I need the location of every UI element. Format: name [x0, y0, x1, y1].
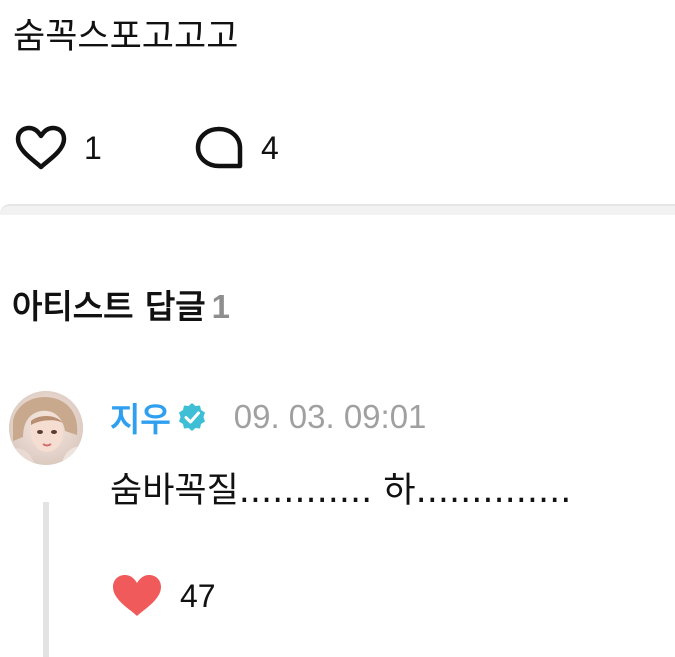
artist-replies-count: 1 — [211, 288, 231, 325]
artist-replies-heading: 아티스트 답글 1 — [12, 280, 230, 328]
comment-count: 4 — [261, 129, 279, 166]
post-text: 숨꼭스포고고고 — [13, 17, 239, 57]
reply-text: 숨바꼭질............ 하.............. — [110, 471, 572, 511]
reply-timestamp: 09. 03. 09:01 — [233, 398, 427, 435]
artist-replies-title: 아티스트 답글 — [12, 287, 206, 326]
speech-bubble-icon — [195, 126, 243, 169]
avatar[interactable] — [9, 391, 83, 465]
verified-check-icon — [178, 403, 205, 431]
like-button[interactable]: 1 — [14, 125, 102, 171]
avatar-image — [9, 391, 83, 465]
reply-header: 지우 09. 03. 09:01 — [110, 394, 426, 440]
post: 숨꼭스포고고고 1 4 — [0, 0, 675, 210]
comment-button[interactable]: 4 — [193, 125, 279, 171]
section-divider — [0, 204, 675, 215]
reply-like-count: 47 — [180, 577, 216, 614]
reply-author[interactable]: 지우 — [110, 393, 171, 441]
heart-filled-icon — [113, 575, 161, 616]
heart-outline-icon — [15, 125, 67, 170]
thread-line — [43, 502, 49, 657]
like-count: 1 — [84, 129, 102, 166]
reply-like-button[interactable]: 47 — [110, 573, 216, 619]
